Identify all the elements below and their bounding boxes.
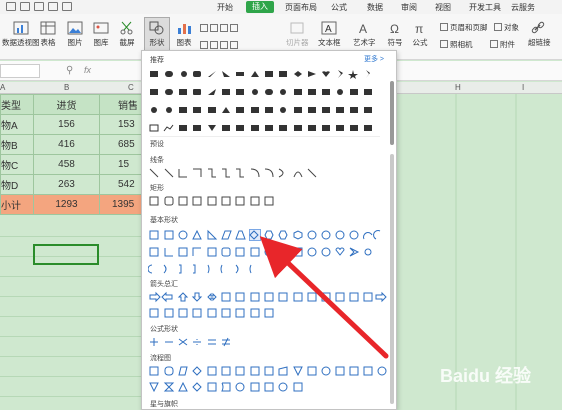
annotation-arrow [259, 236, 389, 359]
watermark: Baidu 经验 [440, 366, 532, 386]
